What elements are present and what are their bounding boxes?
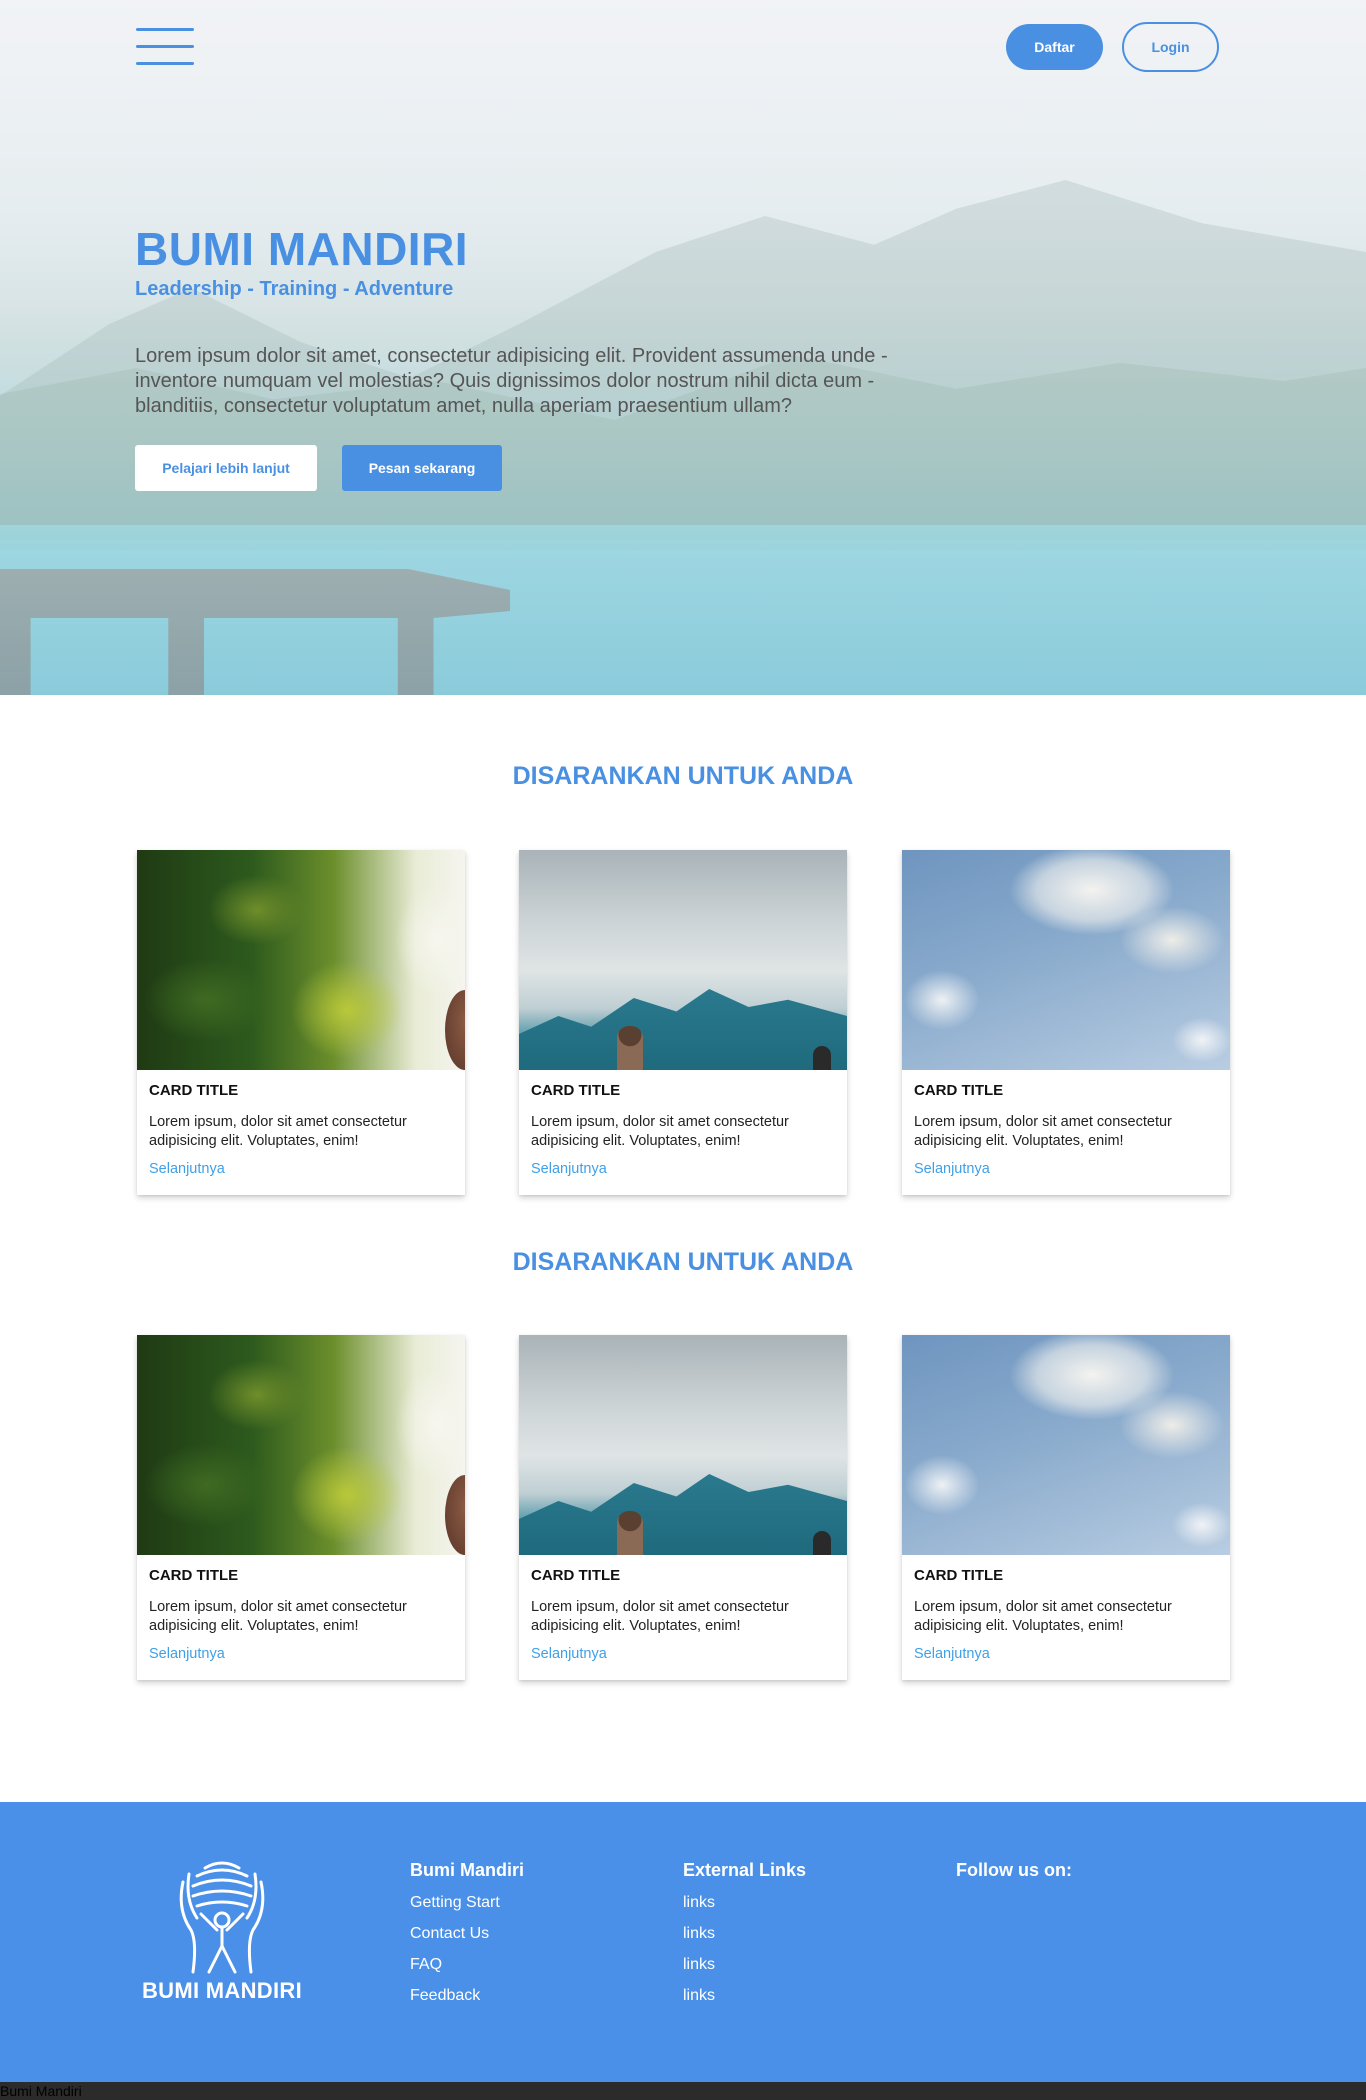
card-image-mountain <box>519 850 847 1070</box>
card: CARD TITLE Lorem ipsum, dolor sit amet c… <box>137 1335 465 1680</box>
footer-link-feedback[interactable]: Feedback <box>410 1986 524 2017</box>
section-title: DISARANKAN UNTUK ANDA <box>512 762 854 790</box>
card: CARD TITLE Lorem ipsum, dolor sit amet c… <box>137 850 465 1195</box>
status-bar-text: Bumi Mandiri <box>0 2083 82 2099</box>
card-text: Lorem ipsum, dolor sit amet consectetur … <box>149 1114 407 1149</box>
card-image-forest <box>137 1335 465 1555</box>
card-text: Lorem ipsum, dolor sit amet consectetur … <box>531 1114 789 1149</box>
hamburger-icon[interactable] <box>136 28 194 66</box>
footer-heading: External Links <box>683 1860 807 1880</box>
card-read-more-link[interactable]: Selanjutnya <box>149 1646 225 1662</box>
footer-logo-text: BUMI MANDIRI <box>141 1978 303 2003</box>
footer-external-link[interactable]: links <box>683 1893 806 1924</box>
hero-description: Lorem ipsum dolor sit amet, consectetur … <box>135 345 888 417</box>
footer-heading: Follow us on: <box>956 1860 1072 1880</box>
hero-tagline: Leadership - Training - Adventure <box>135 278 454 300</box>
footer-link-contact-us[interactable]: Contact Us <box>410 1924 524 1955</box>
card-image-sky <box>902 850 1230 1070</box>
card-read-more-link[interactable]: Selanjutnya <box>531 1161 607 1177</box>
card-read-more-link[interactable]: Selanjutnya <box>914 1646 990 1662</box>
card: CARD TITLE Lorem ipsum, dolor sit amet c… <box>519 850 847 1195</box>
card: CARD TITLE Lorem ipsum, dolor sit amet c… <box>902 1335 1230 1680</box>
footer-column-external-links: External Links links links links links <box>683 1860 806 2017</box>
card-text: Lorem ipsum, dolor sit amet consectetur … <box>914 1114 1172 1149</box>
card-image-forest <box>137 850 465 1070</box>
section-title: DISARANKAN UNTUK ANDA <box>512 1248 854 1276</box>
card-text: Lorem ipsum, dolor sit amet consectetur … <box>531 1599 789 1634</box>
login-button[interactable]: Login <box>1122 22 1219 72</box>
footer-link-faq[interactable]: FAQ <box>410 1955 524 1986</box>
footer-column-bumi-mandiri: Bumi Mandiri Getting Start Contact Us FA… <box>410 1860 524 2017</box>
top-navbar: Daftar Login <box>0 0 1366 95</box>
globe-hands-logo-icon <box>179 1861 265 1974</box>
footer-heading: Bumi Mandiri <box>410 1860 525 1880</box>
footer-external-link[interactable]: links <box>683 1955 806 1986</box>
order-now-button[interactable]: Pesan sekarang <box>342 445 502 491</box>
footer-column-follow-us: Follow us on: <box>956 1860 1072 1893</box>
footer: BUMI MANDIRI Bumi Mandiri Getting Start … <box>0 1802 1366 2082</box>
card-image-mountain <box>519 1335 847 1555</box>
card-read-more-link[interactable]: Selanjutnya <box>149 1161 225 1177</box>
card: CARD TITLE Lorem ipsum, dolor sit amet c… <box>519 1335 847 1680</box>
footer-external-link[interactable]: links <box>683 1924 806 1955</box>
card-title: CARD TITLE <box>914 1082 1004 1099</box>
card-title: CARD TITLE <box>914 1567 1004 1584</box>
card-title: CARD TITLE <box>149 1082 239 1099</box>
footer-link-getting-start[interactable]: Getting Start <box>410 1893 524 1924</box>
card-title: CARD TITLE <box>149 1567 239 1584</box>
card: CARD TITLE Lorem ipsum, dolor sit amet c… <box>902 850 1230 1195</box>
card-image-sky <box>902 1335 1230 1555</box>
card-title: CARD TITLE <box>531 1082 621 1099</box>
status-bar: Bumi Mandiri <box>0 2082 1366 2100</box>
card-text: Lorem ipsum, dolor sit amet consectetur … <box>149 1599 407 1634</box>
footer-external-link[interactable]: links <box>683 1986 806 2017</box>
footer-logo[interactable]: BUMI MANDIRI <box>135 1860 309 2020</box>
hero-section: Daftar Login BUMI MANDIRI Leadership - T… <box>0 0 1366 695</box>
card-title: CARD TITLE <box>531 1567 621 1584</box>
card-text: Lorem ipsum, dolor sit amet consectetur … <box>914 1599 1172 1634</box>
learn-more-button[interactable]: Pelajari lebih lanjut <box>135 445 317 491</box>
register-button[interactable]: Daftar <box>1006 24 1103 70</box>
hero-title: BUMI MANDIRI <box>135 223 469 275</box>
card-read-more-link[interactable]: Selanjutnya <box>531 1646 607 1662</box>
card-read-more-link[interactable]: Selanjutnya <box>914 1161 990 1177</box>
